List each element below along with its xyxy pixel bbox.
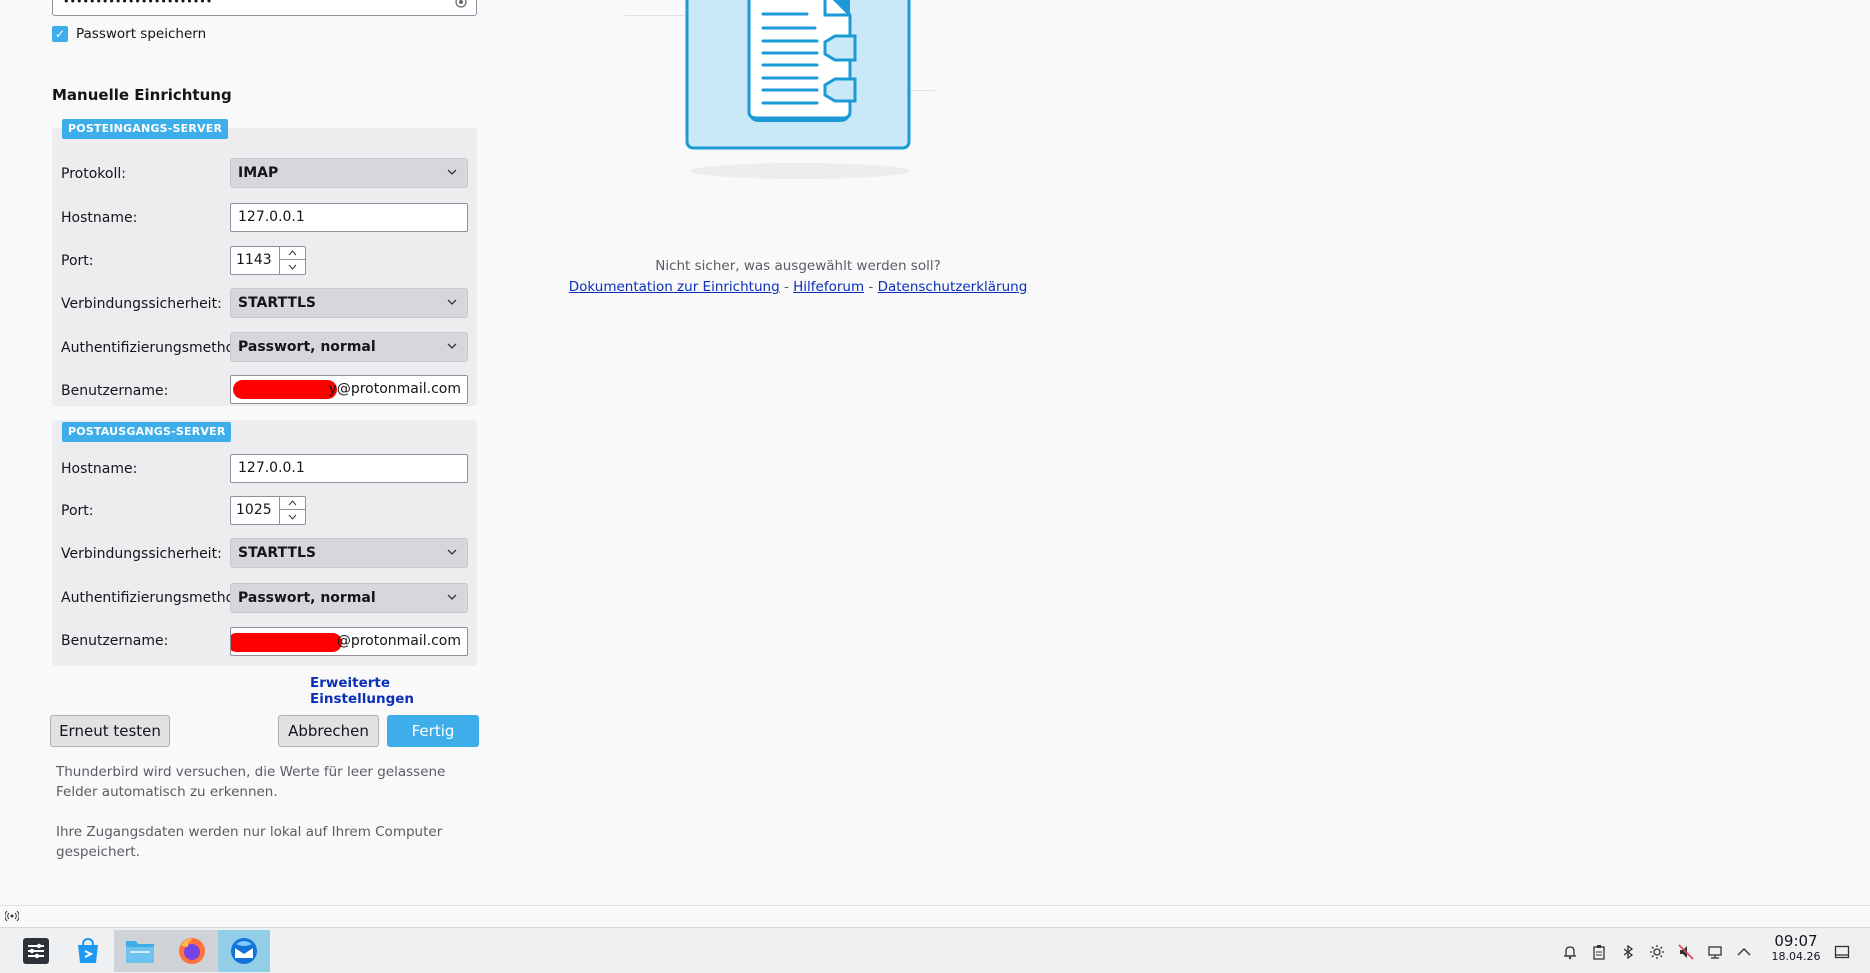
link-separator: - (783, 279, 789, 295)
system-settings-icon[interactable] (10, 930, 62, 972)
help-forum-link[interactable]: Hilfeforum (793, 279, 864, 295)
retest-button[interactable]: Erneut testen (50, 715, 170, 747)
discover-icon[interactable] (62, 930, 114, 972)
incoming-auth-label: Authentifizierungsmethode: (61, 340, 257, 356)
incoming-protocol-value: IMAP (238, 165, 279, 181)
incoming-username-label: Benutzername: (61, 383, 169, 399)
broadcast-icon[interactable] (4, 910, 20, 925)
outgoing-server-badge: POSTAUSGANGS-SERVER (62, 422, 232, 442)
help-links: Dokumentation zur Einrichtung - Hilfefor… (0, 279, 1596, 295)
privacy-policy-link[interactable]: Datenschutzerklärung (878, 279, 1028, 295)
outgoing-hostname-input[interactable]: 127.0.0.1 (230, 454, 468, 483)
incoming-protocol-select[interactable]: IMAP (230, 158, 468, 188)
illustration-shadow (690, 163, 910, 179)
incoming-username-suffix: y@protonmail.com (328, 381, 461, 397)
chevron-down-icon (447, 169, 457, 175)
outgoing-username-suffix: @protonmail.com (336, 633, 461, 649)
network-icon[interactable] (1705, 942, 1725, 962)
decrement-icon[interactable] (280, 510, 305, 523)
link-separator: - (868, 279, 874, 295)
chevron-down-icon (447, 549, 457, 555)
outgoing-port-label: Port: (61, 503, 94, 519)
remember-password-label: Passwort speichern (76, 26, 207, 42)
outgoing-port-value: 1025 (236, 502, 272, 518)
outgoing-auth-select[interactable]: Passwort, normal (230, 583, 468, 613)
outgoing-port-stepper[interactable]: 1025 (230, 496, 306, 525)
advanced-settings-link[interactable]: Erweiterte Einstellungen (310, 675, 490, 707)
clock-time: 09:07 (1774, 932, 1818, 950)
firefox-icon[interactable] (166, 930, 218, 972)
local-storage-note: Ihre Zugangsdaten werden nur lokal auf I… (56, 824, 443, 860)
incoming-hostname-label: Hostname: (61, 210, 138, 226)
incoming-security-value: STARTTLS (238, 295, 316, 311)
outgoing-security-select[interactable]: STARTTLS (230, 538, 468, 568)
outgoing-security-value: STARTTLS (238, 545, 316, 561)
password-mask: ••••••••••••••••••••••• (63, 0, 213, 8)
cancel-button[interactable]: Abbrechen (278, 715, 379, 747)
show-desktop-icon[interactable] (1832, 942, 1852, 962)
chevron-down-icon (447, 343, 457, 349)
chevron-down-icon (447, 299, 457, 305)
tray-expand-icon[interactable] (1734, 942, 1754, 962)
redaction-mark (231, 633, 342, 652)
checkmark-icon[interactable]: ✓ (52, 26, 68, 42)
password-field[interactable]: ••••••••••••••••••••••• (52, 0, 477, 16)
help-question: Nicht sicher, was ausgewählt werden soll… (655, 258, 941, 274)
brightness-icon[interactable] (1647, 942, 1667, 962)
remember-password-checkbox[interactable]: ✓ Passwort speichern (52, 26, 206, 42)
incoming-auth-select[interactable]: Passwort, normal (230, 332, 468, 362)
redaction-mark (233, 380, 337, 399)
clock-date: 18.04.26 (1771, 950, 1821, 963)
bluetooth-icon[interactable] (1618, 942, 1638, 962)
incoming-hostname-input[interactable]: 127.0.0.1 (230, 203, 468, 232)
incoming-server-badge: POSTEINGANGS-SERVER (62, 119, 229, 139)
incoming-protocol-label: Protokoll: (61, 166, 126, 182)
increment-icon[interactable] (280, 497, 305, 510)
clock[interactable]: 09:07 18.04.26 (1766, 932, 1826, 964)
notifications-icon[interactable] (1560, 942, 1580, 962)
outgoing-security-label: Verbindungssicherheit: (61, 546, 222, 562)
autodetect-note: Thunderbird wird versuchen, die Werte fü… (56, 764, 446, 800)
show-password-icon[interactable] (454, 0, 468, 9)
incoming-username-input[interactable]: y@protonmail.com (230, 375, 468, 404)
outgoing-username-input[interactable]: @protonmail.com (230, 627, 468, 656)
volume-muted-icon[interactable] (1676, 942, 1696, 962)
setup-docs-link[interactable]: Dokumentation zur Einrichtung (569, 279, 780, 295)
incoming-auth-value: Passwort, normal (238, 339, 376, 355)
outgoing-auth-label: Authentifizierungsmethode: (61, 590, 257, 606)
taskbar: 09:07 18.04.26 (0, 927, 1870, 973)
manual-setup-title: Manuelle Einrichtung (52, 86, 232, 104)
thunderbird-icon[interactable] (218, 930, 270, 972)
outgoing-auth-value: Passwort, normal (238, 590, 376, 606)
chevron-down-icon (447, 594, 457, 600)
account-setup-form: ••••••••••••••••••••••• ✓ Passwort speic… (0, 0, 490, 905)
clipboard-icon[interactable] (1589, 942, 1609, 962)
document-illustration-icon (685, 0, 911, 150)
incoming-security-label: Verbindungssicherheit: (61, 296, 222, 312)
outgoing-hostname-label: Hostname: (61, 461, 138, 477)
done-button[interactable]: Fertig (387, 715, 479, 747)
dolphin-icon[interactable] (114, 930, 166, 972)
status-bar (0, 905, 1870, 927)
outgoing-username-label: Benutzername: (61, 633, 169, 649)
